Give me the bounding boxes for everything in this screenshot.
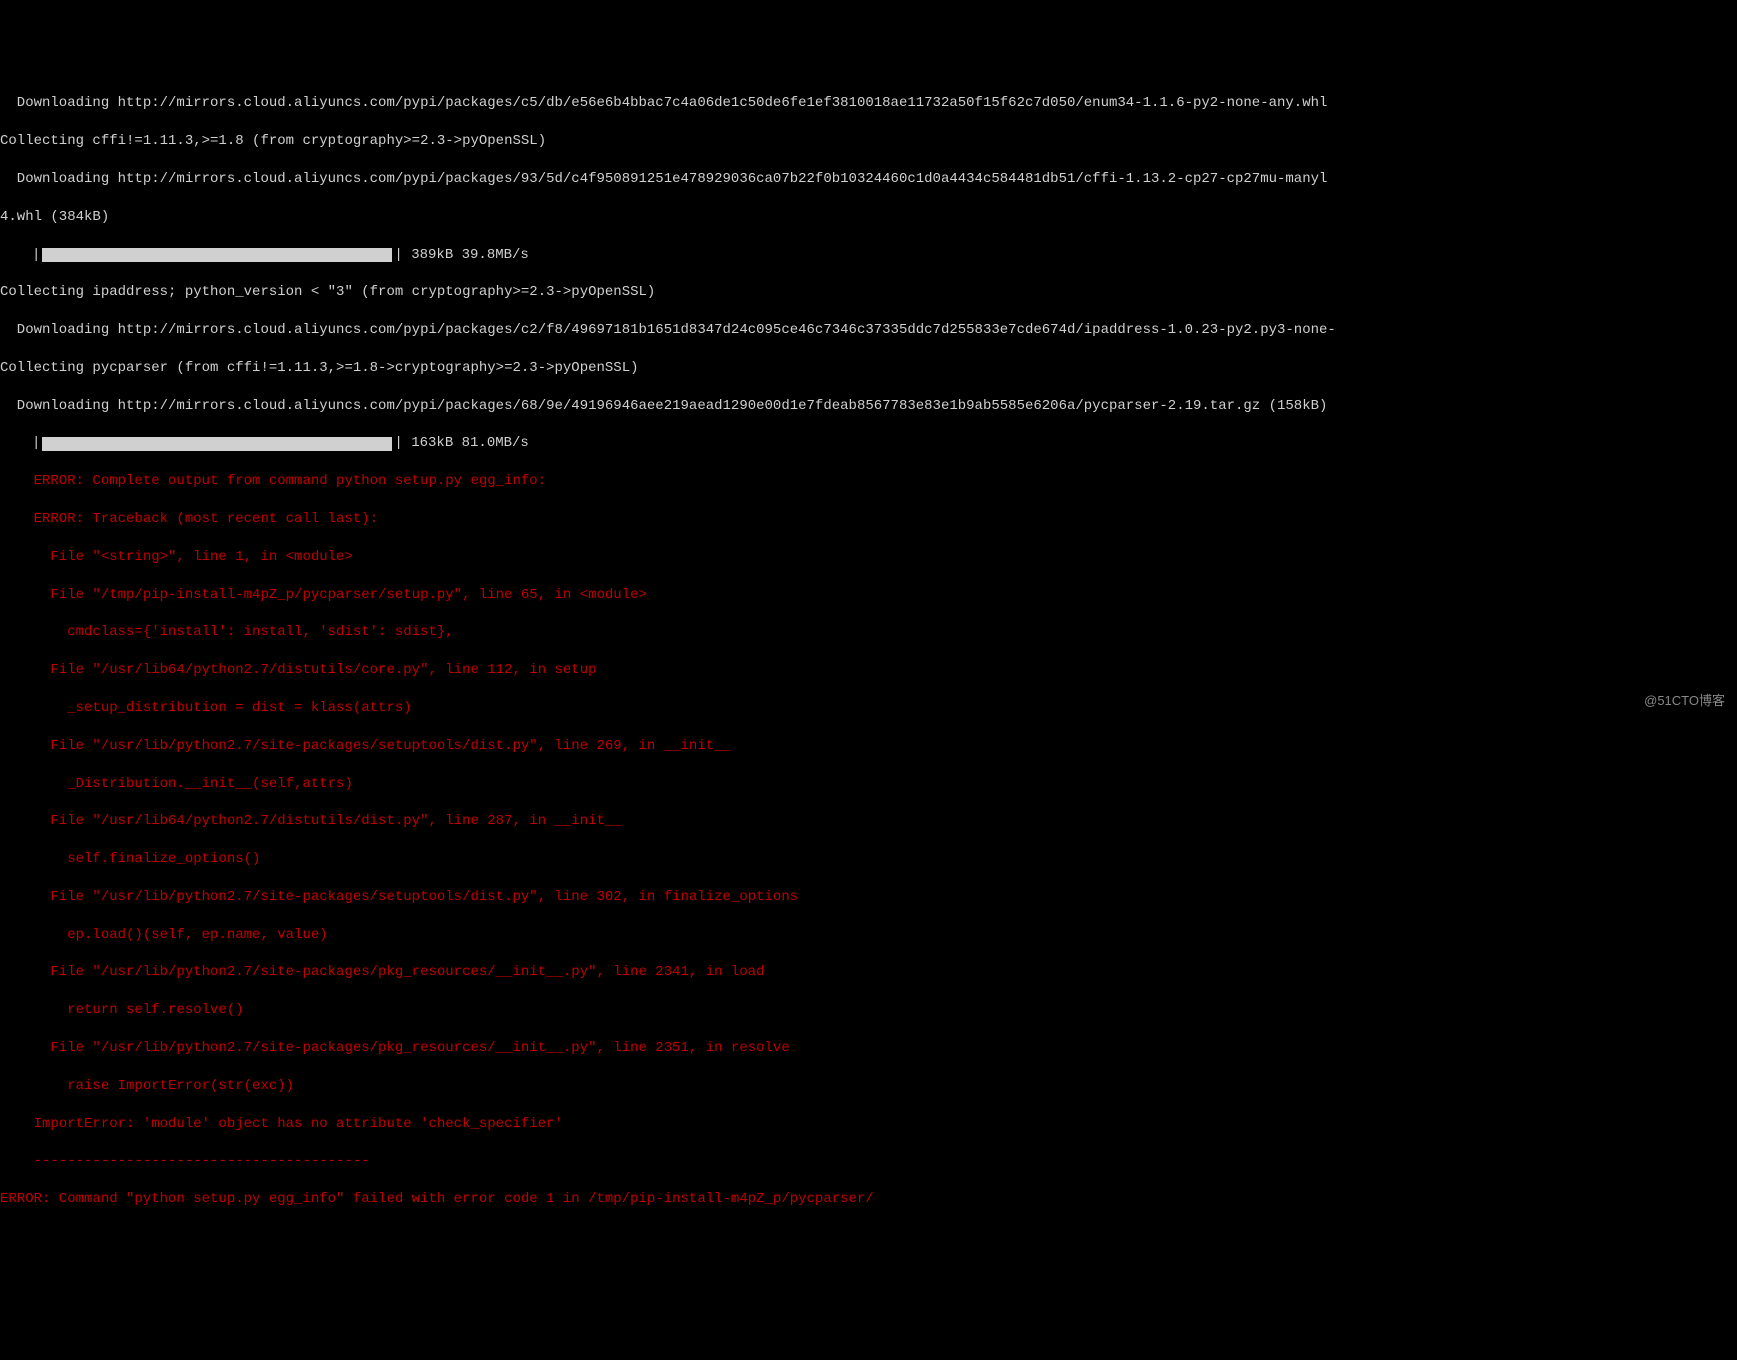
- output-line: Collecting ipaddress; python_version < "…: [0, 283, 1737, 302]
- error-line: ERROR: Complete output from command pyth…: [0, 472, 1737, 491]
- error-line: ERROR: Traceback (most recent call last)…: [0, 510, 1737, 529]
- progress-pipe: |: [394, 246, 402, 265]
- progress-pipe: |: [394, 434, 402, 453]
- progress-bar-row: | | 389kB 39.8MB/s: [0, 246, 1737, 265]
- output-line: 4.whl (384kB): [0, 208, 1737, 227]
- error-line: File "/tmp/pip-install-m4pZ_p/pycparser/…: [0, 586, 1737, 605]
- error-separator: ----------------------------------------: [0, 1152, 1737, 1171]
- error-line: File "/usr/lib64/python2.7/distutils/dis…: [0, 812, 1737, 831]
- progress-stats: 163kB 81.0MB/s: [403, 434, 529, 453]
- output-line: Downloading http://mirrors.cloud.aliyunc…: [0, 94, 1737, 113]
- progress-bar-fill: [42, 437, 392, 451]
- progress-pipe: |: [32, 434, 40, 453]
- error-line: cmdclass={'install': install, 'sdist': s…: [0, 623, 1737, 642]
- error-line: _Distribution.__init__(self,attrs): [0, 775, 1737, 794]
- progress-bar-row: | | 163kB 81.0MB/s: [0, 434, 1737, 453]
- error-line: ImportError: 'module' object has no attr…: [0, 1115, 1737, 1134]
- progress-pipe: |: [32, 246, 40, 265]
- progress-stats: 389kB 39.8MB/s: [403, 246, 529, 265]
- error-line: File "/usr/lib/python2.7/site-packages/p…: [0, 963, 1737, 982]
- watermark-text: @51CTO博客: [1644, 692, 1725, 710]
- output-line: Downloading http://mirrors.cloud.aliyunc…: [0, 170, 1737, 189]
- error-line: File "<string>", line 1, in <module>: [0, 548, 1737, 567]
- error-line: raise ImportError(str(exc)): [0, 1077, 1737, 1096]
- error-line: self.finalize_options(): [0, 850, 1737, 869]
- output-line: Downloading http://mirrors.cloud.aliyunc…: [0, 397, 1737, 416]
- progress-bar-fill: [42, 248, 392, 262]
- error-line: _setup_distribution = dist = klass(attrs…: [0, 699, 1737, 718]
- terminal-output: Downloading http://mirrors.cloud.aliyunc…: [0, 76, 1737, 1228]
- error-final-line: ERROR: Command "python setup.py egg_info…: [0, 1190, 1737, 1209]
- error-line: File "/usr/lib/python2.7/site-packages/p…: [0, 1039, 1737, 1058]
- error-line: File "/usr/lib/python2.7/site-packages/s…: [0, 888, 1737, 907]
- error-line: File "/usr/lib64/python2.7/distutils/cor…: [0, 661, 1737, 680]
- output-line: Collecting cffi!=1.11.3,>=1.8 (from cryp…: [0, 132, 1737, 151]
- output-line: Collecting pycparser (from cffi!=1.11.3,…: [0, 359, 1737, 378]
- output-line: Downloading http://mirrors.cloud.aliyunc…: [0, 321, 1737, 340]
- error-line: ep.load()(self, ep.name, value): [0, 926, 1737, 945]
- error-line: File "/usr/lib/python2.7/site-packages/s…: [0, 737, 1737, 756]
- error-line: return self.resolve(): [0, 1001, 1737, 1020]
